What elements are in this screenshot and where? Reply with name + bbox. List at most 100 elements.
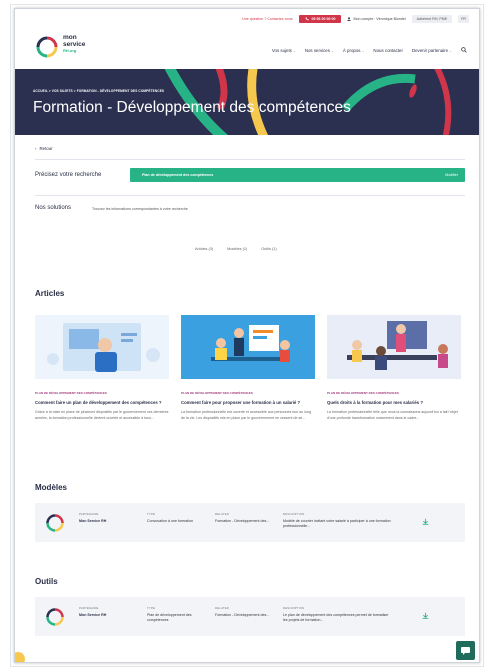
column-header: RELATED bbox=[215, 606, 230, 610]
article-illustration bbox=[35, 315, 169, 379]
article-tag: PLAN DE DÉVELOPPEMENT DES COMPÉTENCES bbox=[327, 391, 399, 395]
breadcrumb[interactable]: ACCUEIL > VOS SUJETS > FORMATION - DÉVEL… bbox=[33, 89, 164, 93]
solutions-label: Nos solutions bbox=[35, 205, 72, 211]
refine-value: Plan de développement des compétences bbox=[142, 173, 214, 177]
partner-column: PARTENAIRE Mon Service RH bbox=[79, 512, 139, 524]
description-column: DESCRIPTION Modèle de courrier invitant … bbox=[283, 512, 393, 530]
logo-wordmark: mon service RH.org bbox=[63, 34, 86, 55]
site-header: mon service RH.org Vos sujets⌄ Nos servi… bbox=[15, 27, 479, 67]
type-value: Plan de développement des compétences bbox=[147, 613, 192, 623]
chat-icon bbox=[461, 647, 470, 655]
article-tag: PLAN DE DÉVELOPPEMENT DES COMPÉTENCES bbox=[35, 391, 107, 395]
partner-name: Mon Service RH bbox=[79, 519, 107, 524]
chevron-down-icon: ⌄ bbox=[361, 48, 365, 53]
description-column: DESCRIPTION Le plan de développement des… bbox=[283, 606, 393, 624]
page: Une question ? Contactez-nous 05 56 00 0… bbox=[14, 8, 480, 663]
tab-modeles[interactable]: Modèles (1) bbox=[227, 247, 247, 251]
logo-line-2: service bbox=[63, 40, 86, 48]
article-title[interactable]: Comment faire pour proposer une formatio… bbox=[181, 400, 315, 405]
nav-item-nous-contacter[interactable]: Nous contacter bbox=[373, 48, 403, 53]
result-tabs: Articles (3) Modèles (1) Outils (1) bbox=[195, 247, 277, 251]
column-header: TYPE bbox=[147, 606, 156, 610]
chevron-down-icon: ⌄ bbox=[330, 48, 334, 53]
type-column: TYPE Plan de développement des compétenc… bbox=[147, 606, 202, 624]
modify-button[interactable]: Modifier bbox=[445, 173, 458, 177]
divider bbox=[35, 195, 465, 196]
tab-articles[interactable]: Articles (3) bbox=[195, 247, 213, 251]
article-card[interactable]: PLAN DE DÉVELOPPEMENT DES COMPÉTENCES Co… bbox=[35, 315, 169, 421]
search-icon[interactable] bbox=[461, 47, 467, 53]
article-image bbox=[327, 315, 461, 379]
article-excerpt: La formation professionnelle est ouverte… bbox=[181, 410, 312, 420]
article-illustration bbox=[181, 315, 315, 379]
page-banner: ACCUEIL > VOS SUJETS > FORMATION - DÉVEL… bbox=[15, 69, 479, 135]
description-value: Modèle de courrier invitant votre salari… bbox=[283, 519, 391, 529]
divider bbox=[35, 159, 465, 160]
page-title: Formation - Développement des compétence… bbox=[33, 99, 351, 116]
back-label: Retour bbox=[39, 146, 53, 151]
nav-item-a-propos[interactable]: À propos⌄ bbox=[343, 48, 365, 53]
article-excerpt: La formation professionnelle telle que n… bbox=[327, 410, 458, 420]
article-illustration bbox=[327, 315, 461, 379]
account-link[interactable]: Mon compte : Véronique Blondel bbox=[347, 17, 406, 21]
mon-service-rh-logo bbox=[46, 608, 64, 626]
language-select[interactable]: FR bbox=[458, 15, 469, 23]
contact-question-link[interactable]: Une question ? Contactez-nous bbox=[242, 17, 292, 21]
user-icon bbox=[347, 17, 352, 21]
article-title[interactable]: Quels droits à la formation pour mes sal… bbox=[327, 400, 461, 405]
nav-item-devenir-partenaire[interactable]: Devenir partenaire⌄ bbox=[412, 48, 452, 53]
decorative-dot bbox=[15, 652, 25, 662]
related-value: Formation - Développement des... bbox=[215, 519, 270, 524]
phone-button[interactable]: 05 56 00 00 00 bbox=[298, 15, 342, 23]
download-icon[interactable] bbox=[422, 518, 429, 525]
refine-filter-bar[interactable]: Plan de développement des compétences Mo… bbox=[130, 168, 465, 182]
type-column: TYPE Convocation à une formation bbox=[147, 512, 202, 524]
refine-search-row: Précisez votre recherche Plan de dévelop… bbox=[35, 164, 465, 190]
related-column: RELATED Formation - Développement des... bbox=[215, 512, 275, 524]
chat-button[interactable] bbox=[456, 641, 475, 660]
phone-icon bbox=[304, 17, 309, 21]
tab-outils[interactable]: Outils (1) bbox=[261, 247, 276, 251]
type-value: Convocation à une formation bbox=[147, 519, 193, 524]
nav-label: Vos sujets bbox=[271, 47, 292, 53]
refine-label: Précisez votre recherche bbox=[35, 172, 102, 178]
article-image bbox=[35, 315, 169, 379]
article-image bbox=[181, 315, 315, 379]
partner-name: Mon Service RH bbox=[79, 613, 107, 618]
related-value: Formation - Développement des... bbox=[215, 613, 270, 618]
phone-number: 05 56 00 00 00 bbox=[311, 17, 336, 21]
download-icon[interactable] bbox=[422, 612, 429, 619]
logo-line-3: RH.org bbox=[63, 48, 77, 54]
article-card[interactable]: PLAN DE DÉVELOPPEMENT DES COMPÉTENCES Co… bbox=[181, 315, 315, 421]
article-excerpt: Grâce à la mise en place de plusieurs di… bbox=[35, 410, 169, 420]
solutions-text: Trouvez les informations correspondantes… bbox=[92, 207, 188, 211]
nav-label: Devenir partenaire bbox=[411, 47, 449, 53]
modeles-heading: Modèles bbox=[35, 483, 68, 492]
main-nav: Vos sujets⌄ Nos services⌄ À propos⌄ Nous… bbox=[272, 47, 467, 53]
nav-item-vos-sujets[interactable]: Vos sujets⌄ bbox=[272, 48, 296, 53]
chevron-left-icon: ‹ bbox=[35, 146, 37, 151]
nav-item-nos-services[interactable]: Nos services⌄ bbox=[305, 48, 334, 53]
article-tag: PLAN DE DÉVELOPPEMENT DES COMPÉTENCES bbox=[181, 391, 253, 395]
utility-bar: Une question ? Contactez-nous 05 56 00 0… bbox=[242, 13, 469, 25]
nav-label: Nos services bbox=[304, 47, 330, 53]
nav-label: À propos bbox=[342, 47, 361, 53]
article-card[interactable]: PLAN DE DÉVELOPPEMENT DES COMPÉTENCES Qu… bbox=[327, 315, 461, 421]
chevron-down-icon: ⌄ bbox=[292, 48, 296, 53]
profile-select[interactable]: Adhérent RH, PME bbox=[411, 15, 453, 23]
column-header: TYPE bbox=[147, 512, 156, 516]
column-header: PARTENAIRE bbox=[79, 512, 99, 516]
mon-service-rh-logo[interactable] bbox=[35, 35, 59, 59]
account-name: Mon compte : Véronique Blondel bbox=[353, 17, 406, 21]
article-title[interactable]: Comment faire un plan de développement d… bbox=[35, 400, 169, 405]
column-header: DESCRIPTION bbox=[283, 512, 305, 516]
modele-row[interactable]: PARTENAIRE Mon Service RH TYPE Convocati… bbox=[35, 503, 465, 542]
mon-service-rh-logo bbox=[46, 514, 64, 532]
outil-row[interactable]: PARTENAIRE Mon Service RH TYPE Plan de d… bbox=[35, 597, 465, 636]
back-link[interactable]: ‹ Retour bbox=[35, 146, 53, 151]
column-header: DESCRIPTION bbox=[283, 606, 305, 610]
articles-heading: Articles bbox=[35, 289, 65, 298]
nav-label: Nous contacter bbox=[373, 47, 403, 53]
chevron-down-icon: ⌄ bbox=[449, 48, 452, 53]
column-header: PARTENAIRE bbox=[79, 606, 99, 610]
